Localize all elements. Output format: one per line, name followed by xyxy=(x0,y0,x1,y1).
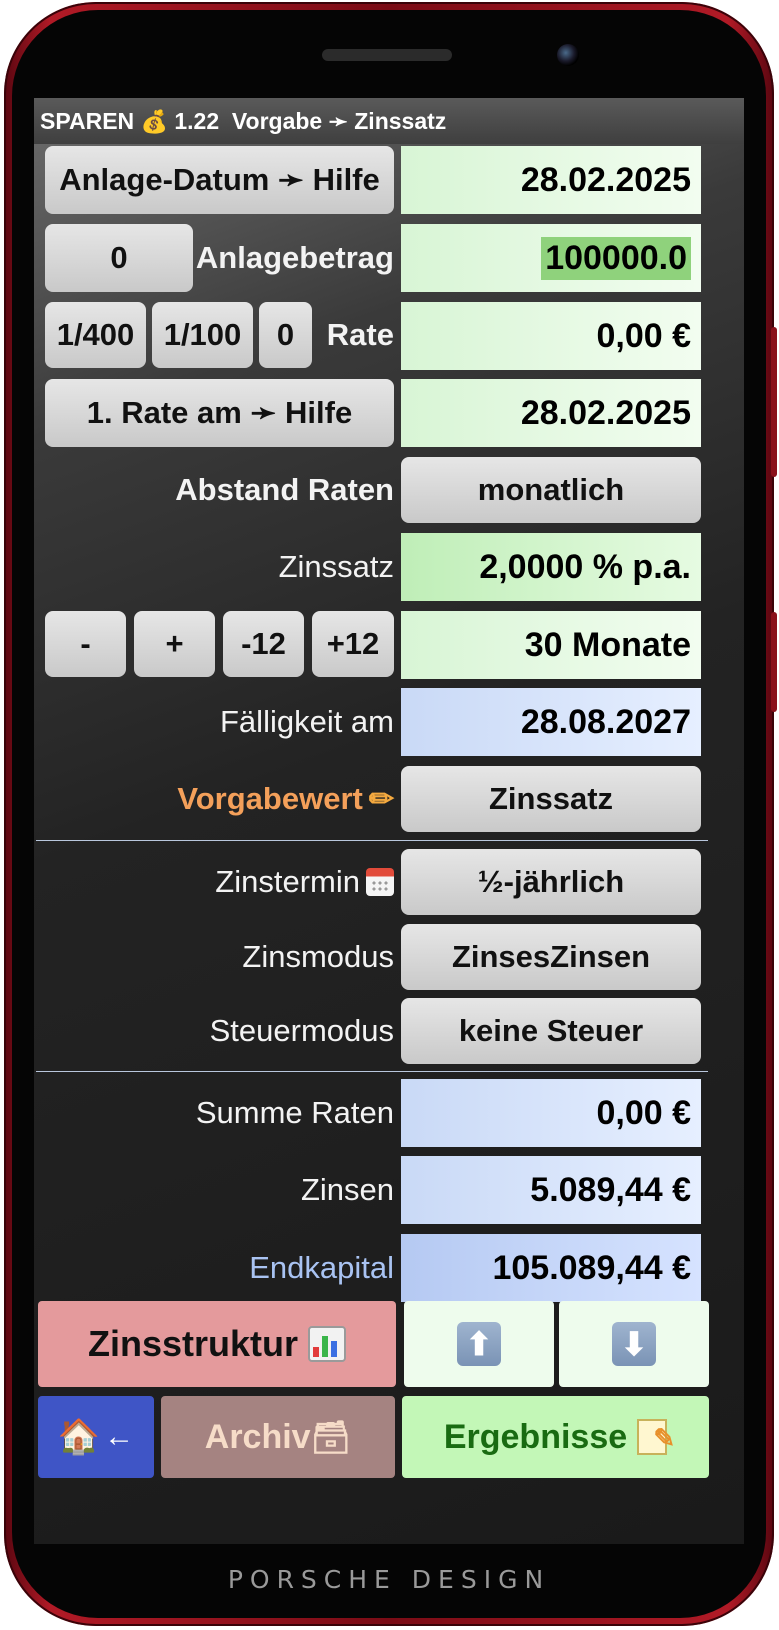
laufzeit-plus12-button[interactable]: +12 xyxy=(312,611,394,677)
brand-label: PORSCHE DESIGN xyxy=(227,1565,551,1594)
volume-button xyxy=(771,327,777,477)
anlagebetrag-value: 100000.0 xyxy=(541,236,691,280)
rate-zero-button[interactable]: 0 xyxy=(259,302,312,368)
laufzeit-plus-button[interactable]: + xyxy=(134,611,215,677)
steuermodus-label: Steuermodus xyxy=(209,1013,394,1048)
house-icon: 🏠 xyxy=(57,1418,101,1456)
zinsmodus-label: Zinsmodus xyxy=(242,939,394,974)
earpiece-speaker xyxy=(322,49,452,61)
rate-label: Rate xyxy=(326,317,394,352)
calendar-icon xyxy=(366,868,394,896)
abstand-raten-button[interactable]: monatlich xyxy=(401,457,701,523)
zinsen-label: Zinsen xyxy=(300,1172,394,1207)
zinsen-field: 5.089,44 € xyxy=(401,1156,701,1224)
ergebnisse-label: Ergebnisse xyxy=(443,1417,628,1456)
ergebnisse-button[interactable]: Ergebnisse xyxy=(402,1396,709,1478)
scroll-down-button[interactable]: ⬇ xyxy=(559,1301,709,1387)
summe-raten-field: 0,00 € xyxy=(401,1079,701,1147)
rate-field[interactable]: 0,00 € xyxy=(401,302,701,370)
laufzeit-minus-button[interactable]: - xyxy=(45,611,126,677)
zinsstruktur-button[interactable]: Zinsstruktur xyxy=(38,1301,396,1387)
zinstermin-label-wrap: Zinstermin xyxy=(114,849,394,915)
rate-1-400-button[interactable]: 1/400 xyxy=(45,302,146,368)
laufzeit-minus12-button[interactable]: -12 xyxy=(223,611,304,677)
zinstermin-button[interactable]: ½-jährlich xyxy=(401,849,701,915)
zinsstruktur-label: Zinsstruktur xyxy=(87,1323,299,1364)
vorgabewert-label-wrap: Vorgabewert ✏ xyxy=(114,766,394,832)
vorgabewert-label: Vorgabewert xyxy=(177,781,363,816)
vorgabewert-button[interactable]: Zinssatz xyxy=(401,766,701,832)
archiv-button[interactable]: Archiv 🗃 xyxy=(161,1396,395,1478)
home-back-button[interactable]: 🏠 ← xyxy=(38,1396,154,1478)
anlage-datum-button[interactable]: Anlage-Datum ➛ Hilfe xyxy=(45,146,394,214)
anlagebetrag-label: Anlagebetrag xyxy=(195,240,394,275)
archive-box-icon: 🗃 xyxy=(310,1419,352,1455)
app-version: 1.22 xyxy=(174,108,220,134)
zinstermin-label: Zinstermin xyxy=(215,864,360,899)
mode-label: Vorgabe ➛ Zinssatz xyxy=(231,108,447,134)
rate-1-100-button[interactable]: 1/100 xyxy=(152,302,253,368)
anlagebetrag-zero-button[interactable]: 0 xyxy=(45,224,193,292)
pencil-icon: ✏ xyxy=(368,782,394,816)
erste-rate-button[interactable]: 1. Rate am ➛ Hilfe xyxy=(45,379,394,447)
back-arrow-icon: ← xyxy=(104,1420,135,1453)
abstand-raten-label: Abstand Raten xyxy=(175,472,394,507)
erste-rate-field[interactable]: 28.02.2025 xyxy=(401,379,701,447)
money-bag-icon: 💰 xyxy=(140,109,168,134)
memo-icon xyxy=(637,1419,675,1455)
summe-raten-label: Summe Raten xyxy=(195,1095,394,1130)
endkapital-field: 105.089,44 € xyxy=(401,1234,701,1302)
up-arrow-icon: ⬆ xyxy=(457,1322,501,1366)
section-divider xyxy=(36,840,708,841)
anlagebetrag-field[interactable]: 100000.0 xyxy=(401,224,701,292)
zinssatz-field[interactable]: 2,0000 % p.a. xyxy=(401,533,701,601)
endkapital-label: Endkapital xyxy=(249,1250,394,1285)
bar-chart-icon xyxy=(308,1326,347,1362)
faelligkeit-label: Fälligkeit am xyxy=(220,704,394,739)
steuermodus-button[interactable]: keine Steuer xyxy=(401,998,701,1064)
app-screen: SPAREN 💰 1.22 Vorgabe ➛ Zinssatz Anlage-… xyxy=(34,98,744,1544)
app-name: SPAREN xyxy=(40,108,135,134)
zinsmodus-button[interactable]: ZinsesZinsen xyxy=(401,924,701,990)
scroll-up-button[interactable]: ⬆ xyxy=(404,1301,554,1387)
faelligkeit-field[interactable]: 28.08.2027 xyxy=(401,688,701,756)
archiv-label: Archiv xyxy=(204,1417,311,1456)
laufzeit-field[interactable]: 30 Monate xyxy=(401,611,701,679)
down-arrow-icon: ⬇ xyxy=(612,1322,656,1366)
power-button xyxy=(771,612,777,712)
zinssatz-label: Zinssatz xyxy=(278,549,394,584)
front-camera xyxy=(557,44,579,66)
title-bar: SPAREN 💰 1.22 Vorgabe ➛ Zinssatz xyxy=(34,98,744,144)
section-divider-2 xyxy=(36,1071,708,1072)
anlage-datum-field[interactable]: 28.02.2025 xyxy=(401,146,701,214)
